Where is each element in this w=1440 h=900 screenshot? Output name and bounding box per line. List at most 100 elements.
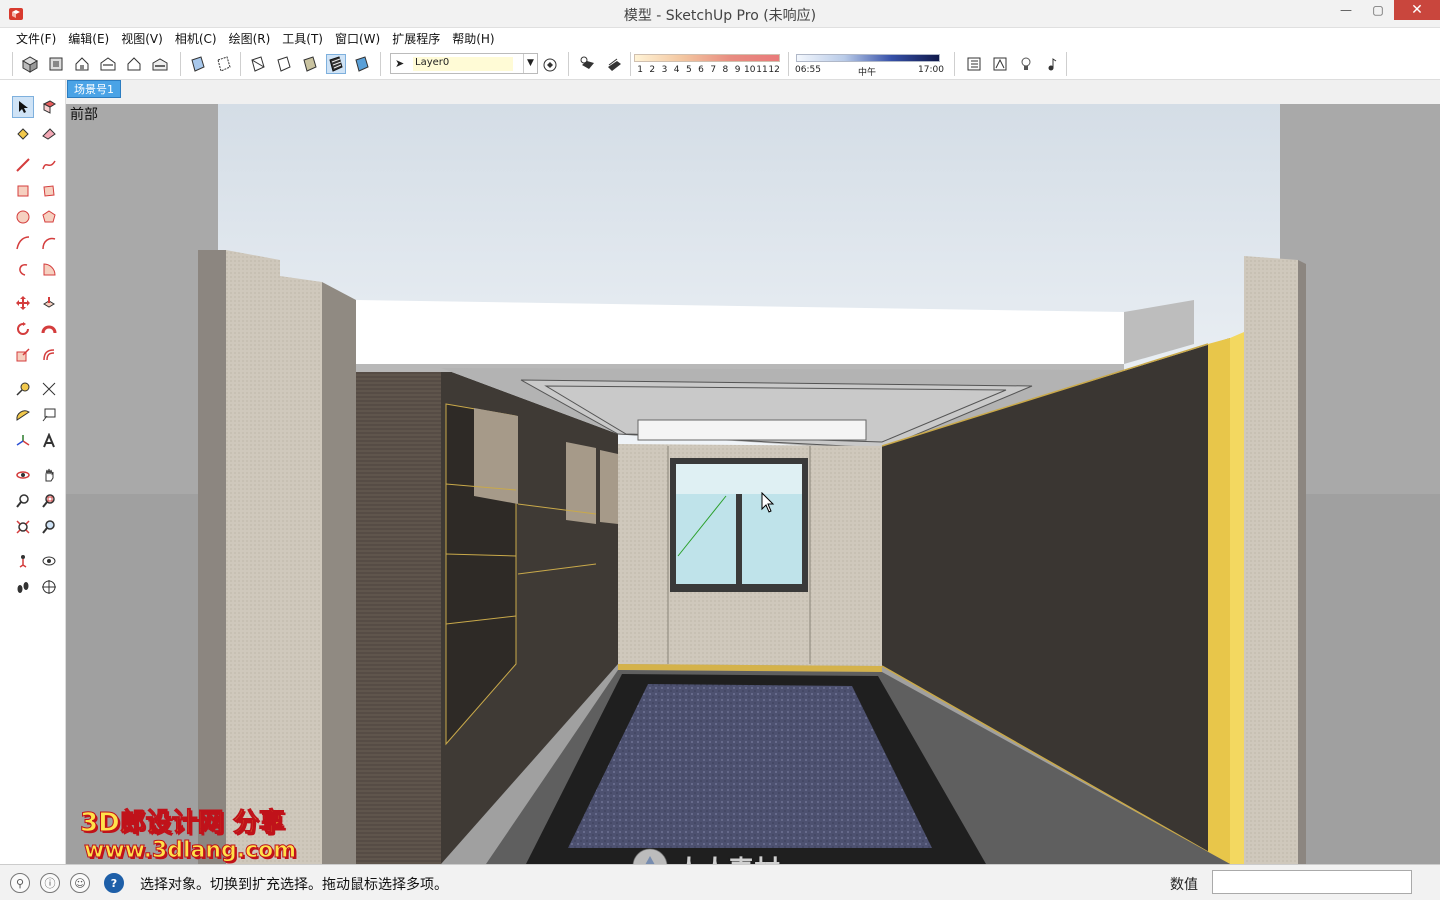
front-view-icon[interactable] <box>72 54 92 74</box>
restore-button[interactable]: ▢ <box>1362 0 1394 20</box>
offset-tool-icon[interactable] <box>38 344 60 366</box>
wireframe-icon[interactable] <box>248 54 268 74</box>
arc-tool-icon[interactable] <box>12 232 34 254</box>
shadows-toggle-icon[interactable] <box>578 54 598 74</box>
follow-me-icon[interactable] <box>38 318 60 340</box>
zoom-tool-icon[interactable] <box>12 490 34 512</box>
back-view-icon[interactable] <box>124 54 144 74</box>
shaded-icon[interactable] <box>300 54 320 74</box>
menu-file[interactable]: 文件(F) <box>10 28 62 48</box>
month-label: 8 <box>722 65 729 75</box>
pan-tool-icon[interactable] <box>38 464 60 486</box>
status-bar: ⚲ ⓘ ☺ ? 选择对象。切换到扩充选择。拖动鼠标选择多项。 数值 <box>0 864 1440 900</box>
look-around-icon[interactable] <box>38 550 60 572</box>
shadow-time-slider[interactable] <box>796 54 940 62</box>
orbit-tool-icon[interactable] <box>12 464 34 486</box>
outliner-icon[interactable] <box>964 54 984 74</box>
scale-tool-icon[interactable] <box>12 344 34 366</box>
freehand-icon[interactable] <box>38 154 60 176</box>
monochrome-icon[interactable] <box>352 54 372 74</box>
layer-selector[interactable]: ➤ Layer0 ▼ <box>390 53 538 74</box>
select-tool-icon[interactable] <box>12 96 34 118</box>
zoom-extents-icon[interactable] <box>12 516 34 538</box>
month-label: 7 <box>710 65 717 75</box>
top-view-icon[interactable] <box>46 54 66 74</box>
toolbar-separator <box>1066 52 1067 76</box>
toolbar-separator <box>180 52 181 76</box>
layer-manager-icon[interactable] <box>540 54 560 74</box>
model-viewport[interactable]: 前部 <box>66 104 1440 864</box>
eraser-icon[interactable] <box>38 122 60 144</box>
info-icon[interactable]: ⓘ <box>40 873 60 893</box>
previous-view-icon[interactable] <box>38 516 60 538</box>
xray-style-icon[interactable] <box>188 54 208 74</box>
menu-bar: 文件(F) 编辑(E) 视图(V) 相机(C) 绘图(R) 工具(T) 窗口(W… <box>0 28 1440 48</box>
menu-extensions[interactable]: 扩展程序 <box>386 28 446 48</box>
main-toolbar <box>0 48 1440 80</box>
mouse-pointer-icon <box>761 492 775 513</box>
watermark-3dlang-url: www.3dlang.com <box>83 838 297 864</box>
protractor-icon[interactable] <box>12 404 34 426</box>
minimize-button[interactable]: — <box>1330 0 1362 20</box>
close-button[interactable]: ✕ <box>1394 0 1440 20</box>
text-tool-icon[interactable] <box>38 404 60 426</box>
two-point-arc-icon[interactable] <box>38 232 60 254</box>
toolbar-separator <box>788 52 789 76</box>
menu-draw[interactable]: 绘图(R) <box>223 28 277 48</box>
rotate-tool-icon[interactable] <box>12 318 34 340</box>
left-view-icon[interactable] <box>150 54 170 74</box>
menu-edit[interactable]: 编辑(E) <box>62 28 115 48</box>
position-camera-icon[interactable] <box>12 550 34 572</box>
sound-icon[interactable] <box>1042 54 1062 74</box>
dimension-tool-icon[interactable] <box>38 378 60 400</box>
walk-tool-icon[interactable] <box>12 576 34 598</box>
fog-icon[interactable] <box>604 54 624 74</box>
month-label: 3 <box>661 65 668 75</box>
help-icon[interactable]: ? <box>104 873 124 893</box>
back-edges-icon[interactable] <box>214 54 234 74</box>
iso-view-icon[interactable] <box>20 54 40 74</box>
geo-location-icon[interactable]: ⚲ <box>10 873 30 893</box>
month-labels: 1 2 3 4 5 6 7 8 9 10 11 12 <box>634 65 784 75</box>
rectangle-tool-icon[interactable] <box>12 180 34 202</box>
shadow-month-slider[interactable] <box>634 54 780 62</box>
menu-view[interactable]: 视图(V) <box>115 28 169 48</box>
menu-tools[interactable]: 工具(T) <box>276 28 329 48</box>
zoom-window-icon[interactable] <box>38 490 60 512</box>
month-label: 10 <box>744 65 756 75</box>
toolbar-separator <box>240 52 241 76</box>
circle-tool-icon[interactable] <box>12 206 34 228</box>
menu-window[interactable]: 窗口(W) <box>329 28 386 48</box>
environment-icon[interactable] <box>990 54 1010 74</box>
menu-help[interactable]: 帮助(H) <box>446 28 500 48</box>
month-label: 4 <box>673 65 680 75</box>
push-pull-icon[interactable] <box>38 292 60 314</box>
cursor-arrow-icon: ➤ <box>395 57 405 70</box>
right-view-icon[interactable] <box>98 54 118 74</box>
scene-tab[interactable]: 场景号1 <box>67 80 121 98</box>
chevron-down-icon[interactable]: ▼ <box>523 54 537 73</box>
three-point-arc-icon[interactable] <box>12 258 34 280</box>
pie-tool-icon[interactable] <box>38 258 60 280</box>
measurements-input[interactable] <box>1212 870 1412 894</box>
polygon-tool-icon[interactable] <box>38 206 60 228</box>
month-label: 5 <box>685 65 692 75</box>
tape-measure-icon[interactable] <box>12 378 34 400</box>
axes-tool-icon[interactable] <box>12 430 34 452</box>
move-tool-icon[interactable] <box>12 292 34 314</box>
hidden-line-icon[interactable] <box>274 54 294 74</box>
paint-bucket-icon[interactable] <box>12 122 34 144</box>
rotated-rectangle-icon[interactable] <box>38 180 60 202</box>
month-label: 9 <box>734 65 741 75</box>
measurements-label: 数值 <box>1170 877 1198 893</box>
section-plane-icon[interactable] <box>38 576 60 598</box>
lightbulb-icon[interactable] <box>1016 54 1036 74</box>
shaded-textures-icon[interactable] <box>326 54 346 74</box>
menu-camera[interactable]: 相机(C) <box>169 28 223 48</box>
3d-text-icon[interactable] <box>38 430 60 452</box>
line-tool-icon[interactable] <box>12 154 34 176</box>
user-account-icon[interactable]: ☺ <box>70 873 90 893</box>
window-title: 模型 - SketchUp Pro (未响应) <box>623 8 817 24</box>
make-component-icon[interactable] <box>38 96 60 118</box>
month-label: 1 <box>637 65 643 75</box>
